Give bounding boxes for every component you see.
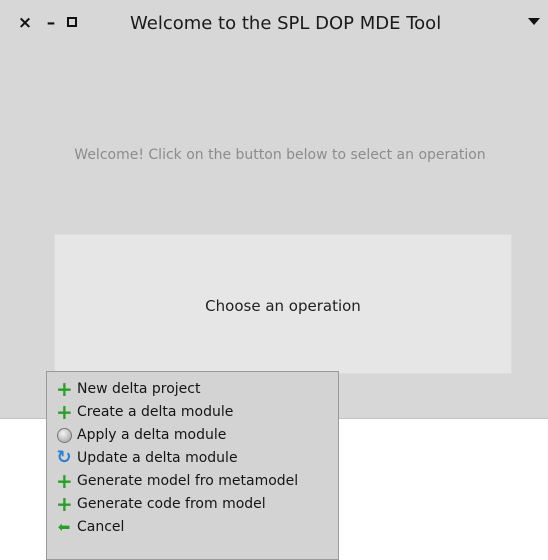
menu-item-new-delta-project[interactable]: + New delta project xyxy=(47,378,338,401)
menu-item-create-delta-module[interactable]: + Create a delta module xyxy=(47,401,338,424)
plus-icon: + xyxy=(56,469,73,493)
menu-item-label: Generate code from model xyxy=(77,496,266,512)
maximize-button[interactable] xyxy=(66,12,80,34)
menu-item-apply-delta-module[interactable]: Apply a delta module xyxy=(47,424,338,447)
close-button[interactable]: × xyxy=(16,12,34,34)
menu-item-label: Apply a delta module xyxy=(77,427,227,443)
window-menu-button[interactable] xyxy=(528,18,540,25)
plus-icon: + xyxy=(56,377,73,401)
choose-operation-label: Choose an operation xyxy=(205,297,361,315)
menu-item-cancel[interactable]: ⬅ Cancel xyxy=(47,516,338,539)
refresh-icon: ↻ xyxy=(56,447,72,468)
menu-item-label: Update a delta module xyxy=(77,450,238,466)
menu-item-generate-code[interactable]: + Generate code from model xyxy=(47,493,338,516)
menu-item-label: Cancel xyxy=(77,519,125,535)
title-bar[interactable]: × – Welcome to the SPL DOP MDE Tool xyxy=(0,0,548,46)
plus-icon: + xyxy=(56,400,73,424)
window-title: Welcome to the SPL DOP MDE Tool xyxy=(130,13,442,34)
back-arrow-icon: ⬅ xyxy=(57,518,71,536)
maximize-icon xyxy=(67,17,77,27)
menu-item-label: Generate model fro metamodel xyxy=(77,473,299,489)
menu-item-label: New delta project xyxy=(77,381,201,397)
menu-item-update-delta-module[interactable]: ↻ Update a delta module xyxy=(47,447,338,470)
menu-item-label: Create a delta module xyxy=(77,404,234,420)
minimize-button[interactable]: – xyxy=(42,12,60,34)
choose-operation-button[interactable]: Choose an operation xyxy=(54,234,512,374)
apply-icon xyxy=(56,427,72,443)
welcome-message: Welcome! Click on the button below to se… xyxy=(74,147,486,163)
menu-item-generate-model[interactable]: + Generate model fro metamodel xyxy=(47,470,338,493)
plus-icon: + xyxy=(56,492,73,516)
operation-menu: + New delta project + Create a delta mod… xyxy=(46,371,339,560)
main-window: × – Welcome to the SPL DOP MDE Tool Welc… xyxy=(0,0,548,419)
